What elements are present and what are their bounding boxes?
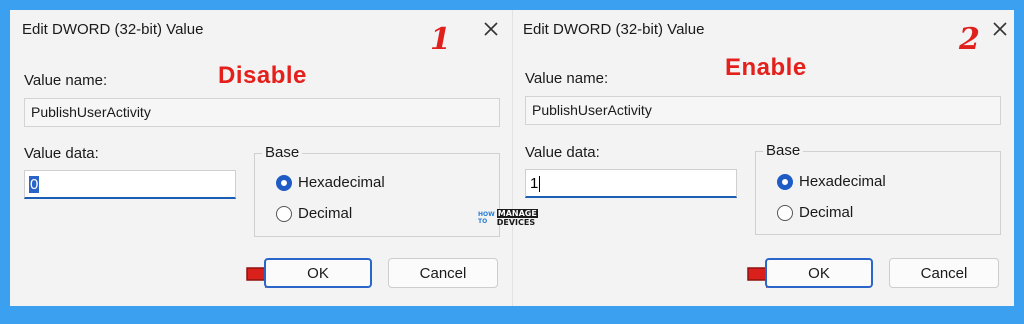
radio-unselected-icon [276, 205, 292, 222]
radio-hexadecimal-label: Hexadecimal [298, 174, 385, 191]
value-data-text: 1 [530, 175, 539, 192]
value-name-field[interactable]: PublishUserActivity [525, 96, 1001, 125]
value-data-input[interactable]: 1 [525, 169, 737, 198]
value-name-label: Value name: [24, 72, 108, 89]
value-data-text: 0 [29, 176, 40, 193]
base-groupbox [755, 151, 1001, 235]
close-icon[interactable] [989, 18, 1011, 40]
cancel-button[interactable]: Cancel [889, 258, 999, 288]
ok-button[interactable]: OK [765, 258, 873, 288]
logo-how: HOW [478, 211, 495, 218]
state-annotation: Disable [218, 62, 307, 89]
screenshot-frame: Edit DWORD (32-bit) Value 1 Disable Valu… [10, 10, 1014, 306]
how-to-manage-devices-logo: HOW TO MANAGE DEVICES [478, 209, 538, 227]
cancel-button[interactable]: Cancel [388, 258, 498, 288]
value-data-input[interactable]: 0 [24, 170, 236, 199]
step-number: 2 [959, 22, 980, 57]
dialog-title: Edit DWORD (32-bit) Value [22, 21, 204, 38]
base-label: Base [262, 144, 303, 161]
radio-selected-icon [777, 173, 793, 190]
text-caret [539, 176, 541, 193]
edit-dword-dialog-disable: Edit DWORD (32-bit) Value 1 Disable Valu… [10, 10, 512, 306]
base-groupbox [254, 153, 500, 237]
radio-decimal-label: Decimal [298, 205, 353, 222]
close-icon[interactable] [480, 18, 502, 40]
step-number: 1 [430, 22, 451, 57]
radio-hexadecimal-label: Hexadecimal [799, 173, 886, 190]
value-data-label: Value data: [525, 144, 600, 161]
radio-unselected-icon [777, 204, 793, 221]
radio-hexadecimal[interactable]: Hexadecimal [276, 174, 385, 191]
state-annotation: Enable [725, 54, 807, 81]
radio-decimal[interactable]: Decimal [777, 204, 853, 221]
value-data-label: Value data: [24, 145, 99, 162]
radio-hexadecimal[interactable]: Hexadecimal [777, 173, 886, 190]
logo-to: TO [478, 218, 488, 225]
logo-devices: DEVICES [496, 218, 536, 227]
radio-decimal[interactable]: Decimal [276, 205, 352, 222]
ok-button[interactable]: OK [264, 258, 372, 288]
radio-selected-icon [276, 174, 292, 191]
radio-decimal-label: Decimal [799, 204, 854, 221]
base-label: Base [763, 142, 804, 159]
value-name-label: Value name: [525, 70, 609, 87]
edit-dword-dialog-enable: Edit DWORD (32-bit) Value 2 Enable Value… [512, 10, 1015, 306]
value-name-field[interactable]: PublishUserActivity [24, 98, 500, 127]
dialog-title: Edit DWORD (32-bit) Value [523, 21, 705, 38]
logo-manage: MANAGE [496, 209, 538, 218]
